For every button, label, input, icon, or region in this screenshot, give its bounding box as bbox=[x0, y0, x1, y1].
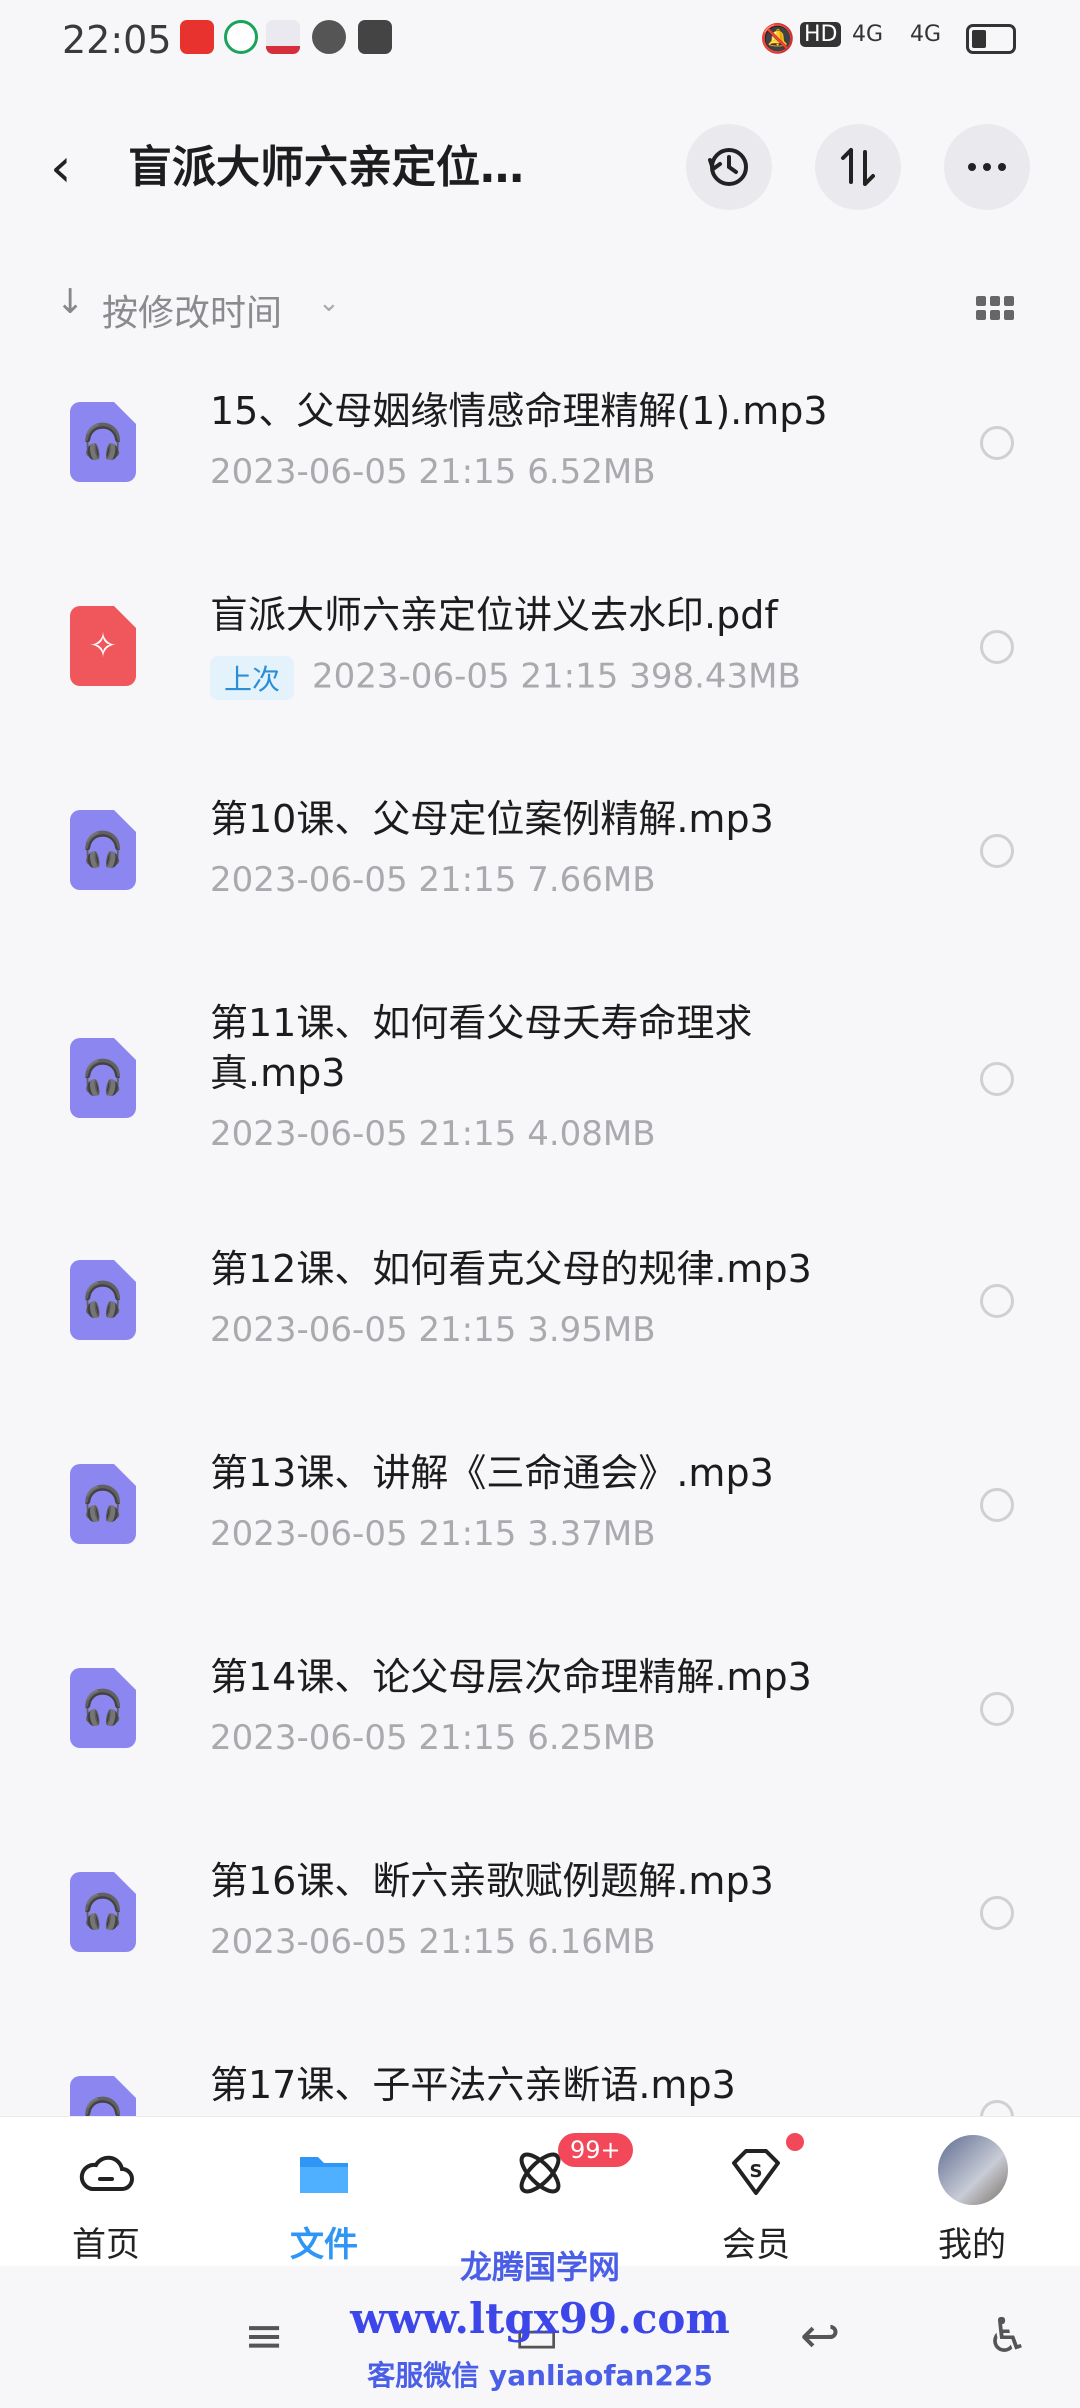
file-name: 第16课、断六亲歌赋例题解.mp3 bbox=[210, 1859, 774, 1903]
file-name: 第14课、论父母层次命理精解.mp3 bbox=[210, 1655, 812, 1699]
vip-shield-icon: S bbox=[732, 2149, 780, 2195]
list-item[interactable]: 🎧 第14课、论父母层次命理精解.mp3 2023-06-05 21:15 6.… bbox=[0, 1646, 1080, 1826]
list-item[interactable]: 🎧 第11课、如何看父母夭寿命理求真.mp3 2023-06-05 21:15 … bbox=[0, 992, 1080, 1192]
battery-icon bbox=[966, 24, 1016, 54]
folder-icon bbox=[300, 2157, 348, 2193]
sort-down-arrow-icon[interactable]: ↓ bbox=[56, 282, 85, 322]
list-item[interactable]: 🎧 第10课、父母定位案例精解.mp3 2023-06-05 21:15 7.6… bbox=[0, 788, 1080, 968]
audio-file-icon: 🎧 bbox=[70, 1038, 136, 1118]
status-bar: 22:05 🔕 HD 4G 4G bbox=[0, 0, 1080, 86]
select-circle[interactable] bbox=[980, 1488, 1014, 1522]
news-notification-icon bbox=[266, 20, 300, 54]
sort-row: ↓ 按修改时间 ⌄ bbox=[0, 270, 1080, 350]
audio-file-icon: 🎧 bbox=[70, 1872, 136, 1952]
sort-label[interactable]: 按修改时间 bbox=[102, 284, 282, 336]
list-item[interactable]: 🎧 第13课、讲解《三命通会》.mp3 2023-06-05 21:15 3.3… bbox=[0, 1442, 1080, 1622]
file-name: 15、父母姻缘情感命理精解(1).mp3 bbox=[210, 389, 828, 433]
select-circle[interactable] bbox=[980, 1062, 1014, 1096]
file-meta: 2023-06-05 21:15 6.16MB bbox=[210, 1922, 656, 1962]
header: ‹ 盲派大师六亲定位… bbox=[0, 120, 1080, 220]
file-meta: 2023-06-05 21:15 6.25MB bbox=[210, 1718, 656, 1758]
file-meta-text: 2023-06-05 21:15 398.43MB bbox=[312, 656, 801, 697]
voice-notification-icon bbox=[312, 20, 346, 54]
notification-count-badge: 99+ bbox=[558, 2133, 633, 2167]
watermark-title: 龙腾国学网 bbox=[459, 2248, 620, 2286]
audio-file-icon: 🎧 bbox=[70, 1260, 136, 1340]
file-meta: 2023-06-05 21:15 3.95MB bbox=[210, 1310, 656, 1350]
watermark-contact: 客服微信 yanliaofan225 bbox=[367, 2359, 713, 2392]
list-item[interactable]: 🎧 15、父母姻缘情感命理精解(1).mp3 2023-06-05 21:15 … bbox=[0, 380, 1080, 560]
avatar bbox=[938, 2135, 1008, 2205]
select-circle[interactable] bbox=[980, 630, 1014, 664]
status-time: 22:05 bbox=[62, 18, 172, 62]
red-dot-badge bbox=[786, 2133, 804, 2151]
grid-view-icon[interactable] bbox=[976, 296, 1014, 322]
page-title: 盲派大师六亲定位… bbox=[128, 142, 524, 193]
more-icon[interactable] bbox=[944, 124, 1030, 210]
file-name: 第11课、如何看父母夭寿命理求真.mp3 bbox=[210, 1001, 753, 1095]
select-circle[interactable] bbox=[980, 1284, 1014, 1318]
taobao-notification-icon bbox=[180, 20, 214, 54]
sort-icon[interactable] bbox=[815, 124, 901, 210]
watermark-url: www.ltgx99.com bbox=[350, 2294, 730, 2343]
hd-icon: HD bbox=[800, 22, 842, 47]
file-meta: 2023-06-05 21:15 4.08MB bbox=[210, 1114, 656, 1154]
file-meta: 2023-06-05 21:15 3.37MB bbox=[210, 1514, 656, 1554]
file-name: 第17课、子平法六亲断语.mp3 bbox=[210, 2063, 736, 2107]
history-icon[interactable] bbox=[686, 124, 772, 210]
select-circle[interactable] bbox=[980, 834, 1014, 868]
app-notification-icon bbox=[224, 20, 258, 54]
chevron-down-icon[interactable]: ⌄ bbox=[318, 288, 340, 318]
list-item[interactable]: 🎧 第17课、子平法六亲断语.mp3 bbox=[0, 2054, 1080, 2116]
audio-file-icon: 🎧 bbox=[70, 402, 136, 482]
audio-file-icon: 🎧 bbox=[70, 2076, 136, 2116]
file-meta: 2023-06-05 21:15 6.52MB bbox=[210, 452, 656, 492]
file-meta: 2023-06-05 21:15 7.66MB bbox=[210, 860, 656, 900]
select-circle[interactable] bbox=[980, 1896, 1014, 1930]
pdf-file-icon: ✧ bbox=[70, 606, 136, 686]
list-item[interactable]: 🎧 第12课、如何看克父母的规律.mp3 2023-06-05 21:15 3.… bbox=[0, 1238, 1080, 1418]
list-item[interactable]: 🎧 第16课、断六亲歌赋例题解.mp3 2023-06-05 21:15 6.1… bbox=[0, 1850, 1080, 2030]
mute-icon: 🔕 bbox=[760, 22, 795, 55]
select-circle[interactable] bbox=[980, 1692, 1014, 1726]
signal-icon-2: 4G bbox=[910, 22, 942, 47]
file-meta: 上次 2023-06-05 21:15 398.43MB bbox=[210, 656, 801, 700]
audio-file-icon: 🎧 bbox=[70, 810, 136, 890]
signal-icon-1: 4G bbox=[852, 22, 884, 47]
last-opened-badge: 上次 bbox=[210, 656, 295, 700]
file-name: 第12课、如何看克父母的规律.mp3 bbox=[210, 1247, 812, 1291]
message-notification-icon bbox=[358, 20, 392, 54]
audio-file-icon: 🎧 bbox=[70, 1668, 136, 1748]
file-name: 第13课、讲解《三命通会》.mp3 bbox=[210, 1451, 774, 1495]
svg-text:S: S bbox=[750, 2161, 763, 2182]
cloud-icon bbox=[79, 2155, 134, 2191]
back-arrow-icon[interactable]: ‹ bbox=[50, 138, 100, 198]
file-name: 盲派大师六亲定位讲义去水印.pdf bbox=[210, 593, 778, 637]
list-item[interactable]: ✧ 盲派大师六亲定位讲义去水印.pdf 上次 2023-06-05 21:15 3… bbox=[0, 584, 1080, 764]
select-circle[interactable] bbox=[980, 426, 1014, 460]
audio-file-icon: 🎧 bbox=[70, 1464, 136, 1544]
select-circle[interactable] bbox=[980, 2100, 1014, 2116]
file-name: 第10课、父母定位案例精解.mp3 bbox=[210, 797, 774, 841]
